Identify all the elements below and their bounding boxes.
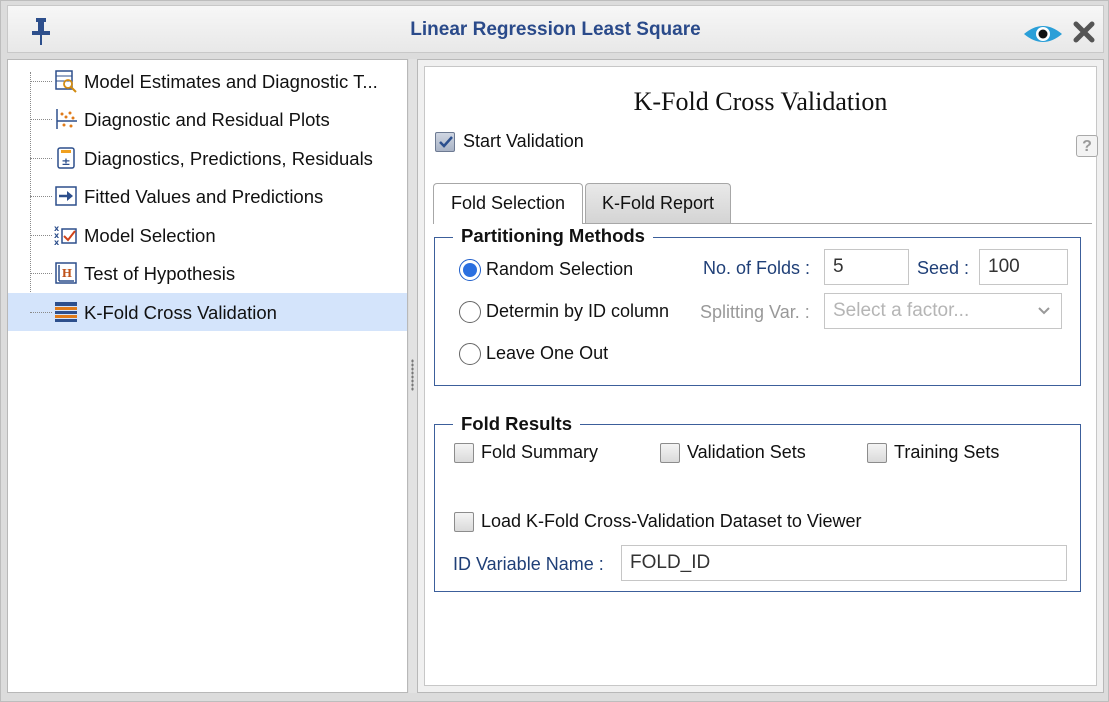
validation-sets-checkbox[interactable] xyxy=(660,443,680,463)
random-selection-label: Random Selection xyxy=(486,259,634,279)
seed-input[interactable]: 100 xyxy=(979,249,1068,285)
svg-text:H: H xyxy=(62,267,72,280)
help-button[interactable]: ? xyxy=(1076,135,1098,157)
panel-title: K-Fold Cross Validation xyxy=(633,87,888,116)
hypothesis-icon: H xyxy=(55,262,77,284)
fold-results-legend: Fold Results xyxy=(453,413,581,435)
id-column-label: Determin by ID column xyxy=(486,301,670,321)
splitting-var-select[interactable]: Select a factor... xyxy=(824,293,1062,329)
panel-splitter[interactable] xyxy=(409,59,417,693)
tree-item-diagnostic-plots[interactable]: Diagnostic and Residual Plots xyxy=(8,100,407,138)
tree-item-label: Model Estimates and Diagnostic T... xyxy=(84,71,378,92)
chevron-down-icon xyxy=(1038,307,1050,315)
partitioning-methods-legend: Partitioning Methods xyxy=(453,225,653,247)
scatter-plot-icon xyxy=(56,109,77,129)
id-column-radio[interactable] xyxy=(459,301,481,323)
checkmark-icon xyxy=(439,136,453,148)
output-tree-panel: Model Estimates and Diagnostic T... Diag… xyxy=(7,59,408,693)
fold-summary-label: Fold Summary xyxy=(481,442,599,462)
validation-sets-label: Validation Sets xyxy=(687,442,806,462)
window-title: Linear Regression Least Square xyxy=(410,19,701,40)
options-panel-content: K-Fold Cross Validation Start Validation… xyxy=(424,66,1098,686)
random-selection-radio[interactable] xyxy=(459,259,481,281)
tree-item-test-of-hypothesis[interactable]: H Test of Hypothesis xyxy=(8,254,407,292)
dialog-window: Linear Regression Least Square Model Est… xyxy=(0,0,1109,702)
id-variable-input[interactable]: FOLD_ID xyxy=(621,545,1067,581)
folds-label: No. of Folds : xyxy=(703,258,811,278)
calculator-icon: ± xyxy=(57,147,75,169)
tab-fold-selection[interactable]: Fold Selection xyxy=(433,183,583,224)
load-dataset-label: Load K-Fold Cross-Validation Dataset to … xyxy=(481,511,862,531)
tree-item-fitted-values[interactable]: Fitted Values and Predictions xyxy=(8,177,407,215)
start-validation-checkbox[interactable] xyxy=(435,132,455,152)
splitting-var-label: Splitting Var. : xyxy=(700,302,810,322)
fold-summary-checkbox[interactable] xyxy=(454,443,474,463)
splitting-var-placeholder: Select a factor... xyxy=(833,300,970,321)
tree-item-label: Diagnostic and Residual Plots xyxy=(84,109,330,130)
tree-item-label: Test of Hypothesis xyxy=(84,263,236,284)
tree-item-model-estimates[interactable]: Model Estimates and Diagnostic T... xyxy=(8,62,407,100)
leave-one-out-radio[interactable] xyxy=(459,343,481,365)
svg-text:±: ± xyxy=(61,155,70,168)
id-variable-label: ID Variable Name : xyxy=(453,554,604,574)
load-dataset-checkbox[interactable] xyxy=(454,512,474,532)
tab-kfold-report[interactable]: K-Fold Report xyxy=(585,183,731,223)
tree-item-kfold-cross-validation[interactable]: K-Fold Cross Validation xyxy=(8,293,407,331)
tree-item-diagnostics-predictions[interactable]: ± Diagnostics, Predictions, Residuals xyxy=(8,139,407,177)
tree-item-label: Model Selection xyxy=(84,225,216,246)
start-validation-label: Start Validation xyxy=(463,131,584,151)
tree-item-label: K-Fold Cross Validation xyxy=(84,302,277,323)
close-icon[interactable] xyxy=(1072,20,1096,44)
table-search-icon xyxy=(55,70,77,93)
training-sets-checkbox[interactable] xyxy=(867,443,887,463)
training-sets-label: Training Sets xyxy=(894,442,1000,462)
folds-input[interactable]: 5 xyxy=(824,249,909,285)
tree-item-model-selection[interactable]: x x x Model Selection xyxy=(8,216,407,254)
tree-item-label: Fitted Values and Predictions xyxy=(84,186,324,207)
title-bar: Linear Regression Least Square xyxy=(7,5,1104,53)
svg-text:x: x xyxy=(54,238,60,247)
kfold-icon xyxy=(55,302,77,322)
tree-item-label: Diagnostics, Predictions, Residuals xyxy=(84,148,373,169)
leave-one-out-label: Leave One Out xyxy=(486,343,609,363)
options-panel: K-Fold Cross Validation Start Validation… xyxy=(417,59,1104,693)
eye-icon[interactable] xyxy=(1022,20,1064,48)
splitter-grip-icon[interactable] xyxy=(411,359,414,391)
arrow-right-icon xyxy=(55,186,77,206)
seed-label: Seed : xyxy=(917,258,970,278)
variable-selection-icon: x x x xyxy=(54,224,77,247)
